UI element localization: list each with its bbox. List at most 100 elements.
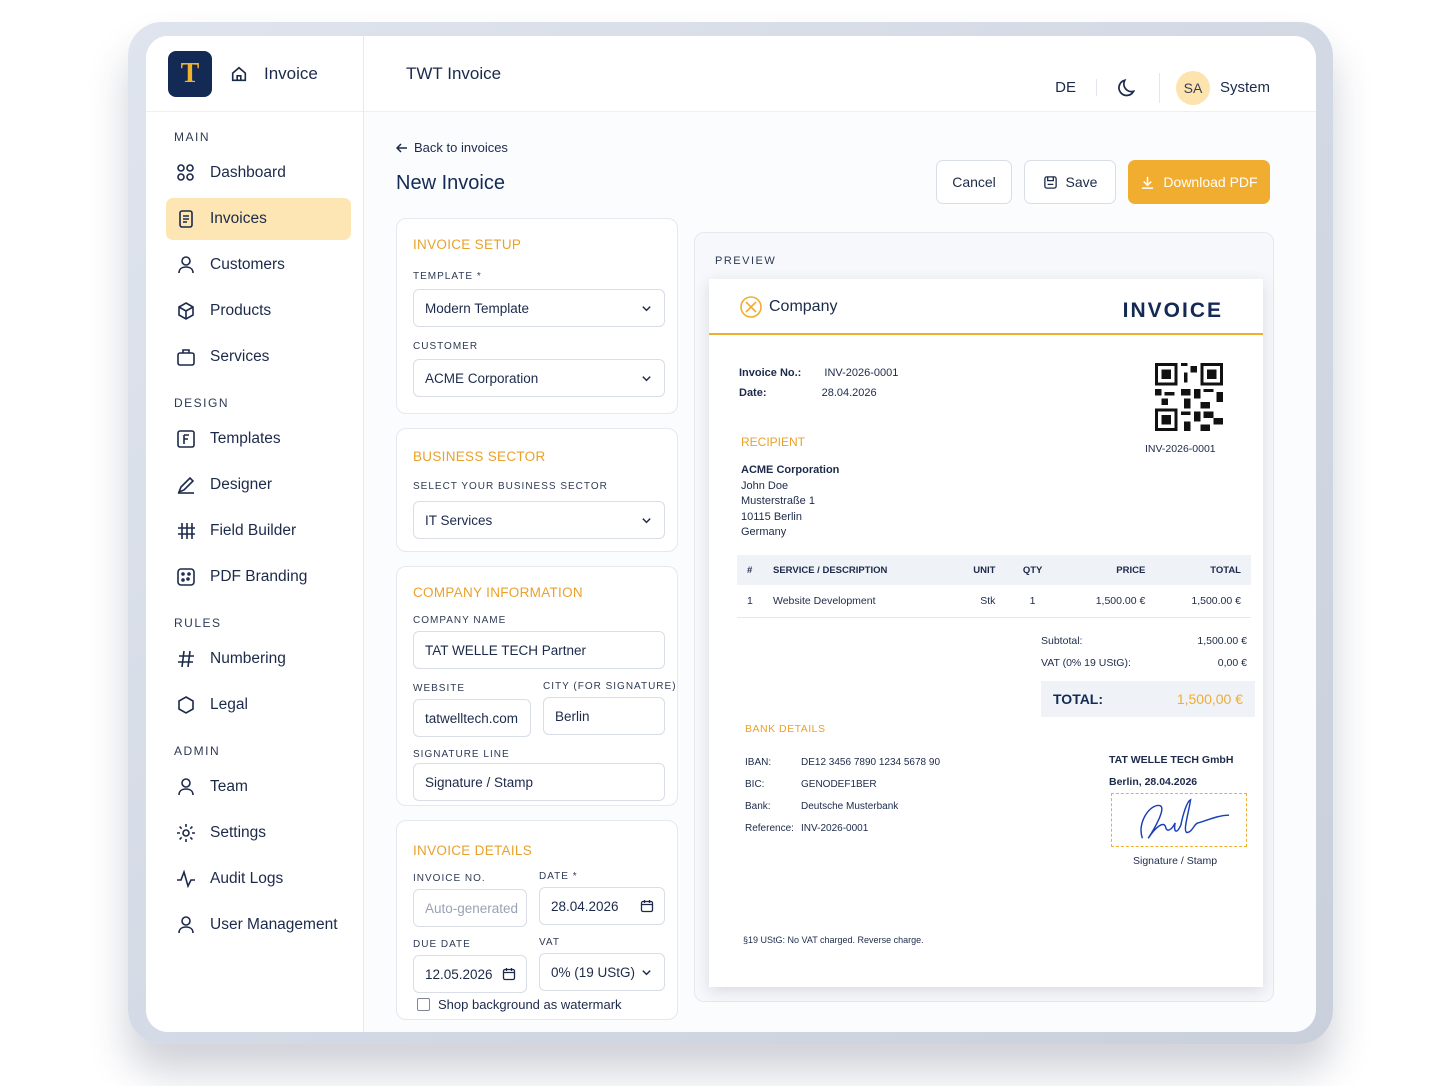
- line-items-table: # SERVICE / DESCRIPTION UNIT QTY PRICE T…: [737, 555, 1251, 618]
- invoice-no-input[interactable]: Auto-generated: [413, 889, 527, 927]
- website-input[interactable]: tatwelltech.com: [413, 699, 531, 737]
- subtotal-row: Subtotal: 1,500.00 €: [1041, 635, 1247, 647]
- sector-label: SELECT YOUR BUSINESS SECTOR: [413, 481, 608, 492]
- preview-label: PREVIEW: [715, 255, 777, 267]
- recipient-contact: John Doe: [741, 479, 789, 492]
- checkbox-box[interactable]: [417, 998, 430, 1011]
- calendar-icon[interactable]: [502, 967, 516, 981]
- template-label: TEMPLATE *: [413, 271, 482, 282]
- customer-label: CUSTOMER: [413, 341, 479, 352]
- invoice-date-key: Date:: [739, 387, 767, 399]
- page-title: New Invoice: [396, 172, 505, 194]
- sector-select[interactable]: IT Services: [413, 501, 665, 539]
- invoice-paper: Company INVOICE Invoice No.: INV-2026-00…: [709, 279, 1263, 987]
- chevron-down-icon: [642, 306, 651, 312]
- sidebar-item-legal[interactable]: Legal: [166, 684, 351, 726]
- download-pdf-label: Download PDF: [1163, 174, 1258, 190]
- sidebar-item-invoices[interactable]: Invoices: [166, 198, 351, 240]
- moon-icon[interactable]: [1117, 77, 1139, 99]
- sidebar-item-label: Field Builder: [210, 522, 297, 539]
- sidebar-item-label: Dashboard: [210, 164, 286, 181]
- avatar[interactable]: SA: [1175, 70, 1210, 105]
- business-sector-heading: BUSINESS SECTOR: [413, 449, 546, 464]
- table-cell: 1: [1005, 585, 1060, 618]
- arrow-left-icon: [396, 142, 407, 153]
- download-icon: [1142, 176, 1154, 189]
- sidebar-item-label: Audit Logs: [210, 870, 284, 887]
- home-icon[interactable]: [230, 65, 248, 83]
- template-value: Modern Template: [425, 300, 530, 316]
- language-switch[interactable]: DE: [1055, 79, 1097, 96]
- section-design: DESIGN: [174, 396, 230, 410]
- sidebar-item-customers[interactable]: Customers: [166, 244, 351, 286]
- sidebar-item-team[interactable]: Team: [166, 766, 351, 808]
- date-label: DATE *: [539, 871, 578, 882]
- user-name[interactable]: System: [1220, 79, 1270, 96]
- divider: [1158, 72, 1160, 103]
- hash-grid-icon: [178, 523, 195, 539]
- sidebar-item-designer[interactable]: Designer: [166, 464, 351, 506]
- watermark-checkbox[interactable]: Shop background as watermark: [417, 997, 622, 1012]
- invoice-setup-heading: INVOICE SETUP: [413, 237, 522, 252]
- chevron-down-icon: [642, 970, 651, 976]
- bank-key: Reference:: [745, 823, 794, 834]
- company-name-label: COMPANY NAME: [413, 615, 507, 626]
- due-date-input[interactable]: 12.05.2026: [413, 955, 527, 993]
- sidebar-item-label: Settings: [210, 824, 267, 841]
- sidebar-item-dashboard[interactable]: Dashboard: [166, 152, 351, 194]
- date-input[interactable]: 28.04.2026: [539, 887, 665, 925]
- back-link[interactable]: Back to invoices: [396, 140, 508, 155]
- sidebar-item-audit-logs[interactable]: Audit Logs: [166, 858, 351, 900]
- col-header: UNIT: [947, 555, 1006, 585]
- sidebar-item-templates[interactable]: Templates: [166, 418, 351, 460]
- cancel-button[interactable]: Cancel: [936, 160, 1012, 204]
- save-button[interactable]: Save: [1024, 160, 1116, 204]
- signature-box: [1111, 793, 1247, 847]
- invoice-details-heading: INVOICE DETAILS: [413, 843, 533, 858]
- sidebar-item-field-builder[interactable]: Field Builder: [166, 510, 351, 552]
- sidebar-item-user-management[interactable]: User Management: [166, 904, 351, 946]
- col-header: SERVICE / DESCRIPTION: [763, 555, 948, 585]
- recipient-heading: RECIPIENT: [741, 435, 806, 449]
- sidebar-item-products[interactable]: Products: [166, 290, 351, 332]
- signature-icon: [1140, 798, 1230, 839]
- cancel-label: Cancel: [952, 174, 996, 190]
- invoice-no-key: Invoice No.:: [739, 367, 802, 379]
- palette-icon: [177, 568, 195, 586]
- invoice-details-card: INVOICE DETAILS INVOICE NO. Auto-generat…: [396, 820, 678, 1020]
- sidebar-item-label: Legal: [210, 696, 248, 713]
- sidebar-item-pdf-branding[interactable]: PDF Branding: [166, 556, 351, 598]
- app-logo[interactable]: T: [168, 50, 212, 97]
- template-icon: [177, 430, 195, 448]
- signature-place-date: Berlin, 28.04.2026: [1109, 776, 1198, 788]
- user-icon: [178, 256, 194, 274]
- sidebar-item-settings[interactable]: Settings: [166, 812, 351, 854]
- save-label: Save: [1065, 174, 1098, 190]
- vat-row: VAT (0% 19 UStG): 0,00 €: [1041, 657, 1247, 669]
- app-window: T Invoice MAIN Dashboard Invoices Custom…: [146, 36, 1316, 1032]
- sidebar: T Invoice MAIN Dashboard Invoices Custom…: [146, 36, 364, 1032]
- recipient-name: ACME Corporation: [741, 464, 840, 476]
- sidebar-item-label: Templates: [210, 430, 281, 447]
- business-sector-card: BUSINESS SECTOR SELECT YOUR BUSINESS SEC…: [396, 428, 678, 552]
- company-name-input[interactable]: TAT WELLE TECH Partner: [413, 631, 665, 669]
- recipient-address: ACME Corporation John Doe Musterstraße 1…: [741, 463, 839, 541]
- customer-select[interactable]: ACME Corporation: [413, 359, 665, 397]
- table-header-row: # SERVICE / DESCRIPTION UNIT QTY PRICE T…: [737, 555, 1251, 585]
- template-select[interactable]: Modern Template: [413, 289, 665, 327]
- invoice-heading: INVOICE: [1122, 299, 1223, 322]
- sidebar-item-numbering[interactable]: Numbering: [166, 638, 351, 680]
- sidebar-item-services[interactable]: Services: [166, 336, 351, 378]
- invoice-setup-card: INVOICE SETUP TEMPLATE * Modern Template…: [396, 218, 678, 414]
- calendar-icon[interactable]: [640, 899, 654, 913]
- download-pdf-button[interactable]: Download PDF: [1128, 160, 1270, 204]
- hash-icon: [178, 650, 194, 668]
- section-main: MAIN: [174, 130, 210, 144]
- hexagon-icon: [178, 696, 194, 714]
- app-title: Invoice: [264, 63, 318, 83]
- city-input[interactable]: Berlin: [543, 697, 665, 735]
- vat-select[interactable]: 0% (19 UStG): [539, 953, 665, 991]
- signature-line-input[interactable]: Signature / Stamp: [413, 763, 665, 801]
- sidebar-item-label: Products: [210, 302, 272, 319]
- website-label: WEBSITE: [413, 683, 466, 694]
